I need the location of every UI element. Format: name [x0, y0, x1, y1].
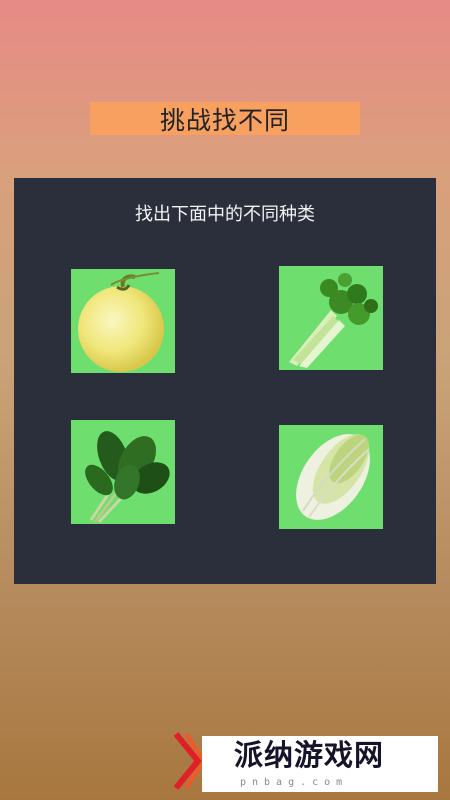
watermark-url: pnbag.com [240, 777, 349, 788]
instruction-text: 找出下面中的不同种类 [135, 204, 315, 225]
card-melon[interactable] [71, 269, 175, 373]
card-chinese-cabbage[interactable] [279, 425, 383, 529]
melon-icon [78, 272, 164, 372]
page-title: 挑战找不同 [159, 105, 290, 135]
watermark: 派纳游戏网 pnbag.com [172, 728, 442, 796]
cabbage-icon [296, 434, 370, 520]
title-banner: 挑战找不同 [90, 102, 360, 135]
card-celery[interactable] [279, 266, 383, 370]
watermark-brand: 派纳游戏网 [234, 738, 385, 772]
brand-logo-icon [173, 732, 206, 790]
card-spinach[interactable] [71, 420, 175, 524]
celery-icon [289, 273, 378, 368]
game-panel: 找出下面中的不同种类 [14, 178, 436, 584]
spinach-icon [85, 431, 170, 524]
